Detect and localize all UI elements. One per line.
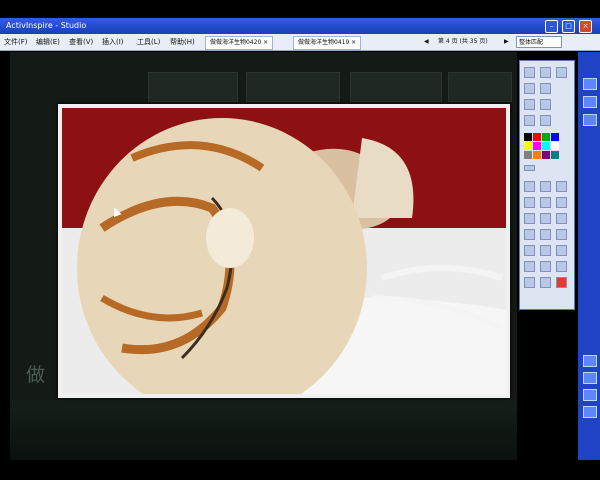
menu-help[interactable]: 帮助(H) [170,34,195,50]
page-indicator: 第 4 页 (共 35 页) [438,38,488,45]
toolbox-browser-icon[interactable] [540,67,551,78]
toolbox-prev-page-icon[interactable] [524,99,535,110]
canvas-side-text: 做 [26,364,46,386]
highlighter-icon[interactable] [540,197,551,208]
toolbox-zoom-icon[interactable] [540,83,551,94]
color-swatch[interactable] [533,151,541,159]
nautilus-image [62,108,506,394]
canvas-background-plants [10,400,517,460]
color-swatch[interactable] [551,133,559,141]
side-tab-icon[interactable] [583,114,597,126]
toolbox-menu-icon[interactable] [524,67,535,78]
menu-file[interactable]: 文件(F) [4,34,28,50]
toolbox-undo-icon[interactable] [524,115,535,126]
screen-bottom-border [0,460,600,480]
fill-icon[interactable] [524,213,535,224]
menu-view[interactable]: 查看(V) [69,34,93,50]
refresh-icon[interactable] [524,277,535,288]
color-swatch[interactable] [533,133,541,141]
background-thumbnail [350,72,442,102]
zoom-select[interactable]: 整体匹配 [516,36,562,48]
maximize-icon[interactable]: □ [562,20,575,33]
color-swatch[interactable] [533,142,541,150]
tools-icon[interactable] [556,261,567,272]
link-icon[interactable] [524,261,535,272]
title-bar: ActivInspire - Studio – □ × [0,18,600,34]
side-tab-icon[interactable] [583,78,597,90]
pen-width-slider[interactable] [524,165,535,171]
clear-icon[interactable] [556,277,567,288]
color-swatch[interactable] [542,142,550,150]
page-nav-next-icon[interactable]: ▶ [504,36,509,48]
menu-tools[interactable]: 工具(L) [137,34,160,50]
connector-icon[interactable] [556,213,567,224]
color-swatch[interactable] [551,142,559,150]
color-swatch[interactable] [524,133,532,141]
marquee-icon[interactable] [540,181,551,192]
image-icon[interactable] [556,245,567,256]
main-toolbox[interactable] [519,60,575,310]
menu-insert[interactable]: 插入(I) [102,34,124,50]
line-icon[interactable] [540,229,551,240]
hand-icon[interactable] [540,261,551,272]
side-tab-icon[interactable] [583,406,597,418]
camera-icon[interactable] [556,229,567,240]
toolbox-next-page-icon[interactable] [540,99,551,110]
shape-icon[interactable] [524,229,535,240]
doc-tab-0419[interactable]: 做做海洋生物0419 × [293,36,362,50]
text-icon[interactable] [540,245,551,256]
toolbox-flipchart-icon[interactable] [524,83,535,94]
background-thumbnail [148,72,238,102]
color-swatch[interactable] [542,151,550,159]
app-title: ActivInspire - Studio [6,21,87,30]
color-swatch[interactable] [524,142,532,150]
page-nav-prev-icon[interactable]: ◀ [424,36,429,48]
folder-icon[interactable] [524,245,535,256]
side-tab-icon[interactable] [583,96,597,108]
doc-tab-0420[interactable]: 做做海洋生物0420 × [205,36,274,50]
select-arrow-icon[interactable] [524,181,535,192]
background-thumbnail [448,72,512,102]
eraser-icon[interactable] [556,197,567,208]
pointer-icon[interactable] [556,181,567,192]
menu-bar: 文件(F) 编辑(E) 查看(V) 插入(I) 工具(L) 帮助(H) 做做海洋… [0,34,600,51]
side-tab-icon[interactable] [583,389,597,401]
color-swatch[interactable] [551,151,559,159]
minimize-icon[interactable]: – [545,20,558,33]
toolbox-close-icon[interactable] [556,67,567,78]
nautilus-photo[interactable] [58,104,510,398]
color-swatch[interactable] [524,151,532,159]
close-icon[interactable]: × [579,20,592,33]
color-swatch[interactable] [542,133,550,141]
page-icon[interactable] [540,277,551,288]
magic-ink-icon[interactable] [540,213,551,224]
menu-edit[interactable]: 编辑(E) [36,34,60,50]
side-tab-icon[interactable] [583,355,597,367]
pen-icon[interactable] [524,197,535,208]
toolbox-redo-icon[interactable] [540,115,551,126]
side-tab-icon[interactable] [583,372,597,384]
background-thumbnail [246,72,340,102]
